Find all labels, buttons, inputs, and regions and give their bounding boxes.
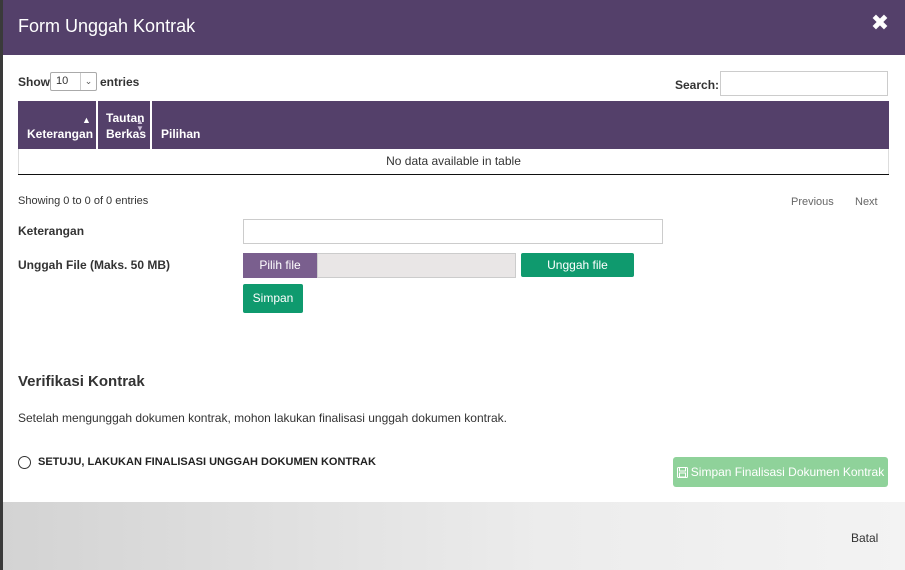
- upload-file-button[interactable]: Unggah file: [521, 253, 634, 277]
- column-header-label: Pilihan: [161, 127, 201, 141]
- pagination-next[interactable]: Next: [855, 196, 878, 208]
- selected-file-display[interactable]: [317, 253, 516, 278]
- table-header: ▲ Keterangan Tautan Berkas ▲ ▼ Pilihan: [18, 101, 889, 149]
- sort-asc-icon: ▲: [82, 115, 91, 125]
- save-finalization-button[interactable]: Simpan Finalisasi Dokumen Kontrak: [673, 457, 888, 487]
- entries-select[interactable]: 10 ⌄: [50, 72, 97, 91]
- cancel-button[interactable]: Batal: [851, 531, 878, 545]
- sort-both-icon: ▲ ▼: [136, 117, 144, 133]
- search-label: Search:: [675, 78, 720, 92]
- column-header-tautan-berkas[interactable]: Tautan Berkas ▲ ▼: [98, 101, 152, 149]
- chevron-down-icon: ⌄: [80, 73, 96, 90]
- save-button[interactable]: Simpan: [243, 284, 303, 313]
- table-empty-row: No data available in table: [18, 149, 889, 174]
- show-label: Show: [18, 75, 50, 89]
- agree-radio-label[interactable]: SETUJU, LAKUKAN FINALISASI UNGGAH DOKUME…: [38, 456, 376, 468]
- save-finalization-label: Simpan Finalisasi Dokumen Kontrak: [690, 465, 885, 479]
- column-header-keterangan[interactable]: ▲ Keterangan: [18, 101, 98, 149]
- entries-select-value: 10: [56, 75, 69, 87]
- save-icon: [676, 467, 688, 478]
- documents-table: ▲ Keterangan Tautan Berkas ▲ ▼ Pilihan No …: [18, 101, 889, 175]
- table-info: Showing 0 to 0 of 0 entries: [18, 195, 149, 207]
- modal-header: Form Unggah Kontrak ✖: [3, 0, 905, 55]
- entries-label: entries: [100, 75, 140, 89]
- pagination-previous[interactable]: Previous: [791, 196, 834, 208]
- keterangan-label: Keterangan: [18, 224, 85, 238]
- upload-file-label: Unggah File (Maks. 50 MB): [18, 258, 171, 272]
- upload-contract-modal: Form Unggah Kontrak ✖ Show 10 ⌄ entries …: [3, 0, 905, 570]
- close-icon[interactable]: ✖: [869, 10, 891, 36]
- verification-description: Setelah mengunggah dokumen kontrak, moho…: [18, 411, 507, 425]
- search-input[interactable]: [720, 71, 888, 96]
- keterangan-input[interactable]: [243, 219, 663, 244]
- column-header-pilihan: Pilihan: [152, 101, 889, 149]
- modal-title: Form Unggah Kontrak: [18, 16, 196, 36]
- verification-title: Verifikasi Kontrak: [18, 373, 145, 390]
- modal-footer: Batal: [3, 502, 905, 570]
- agree-radio[interactable]: [18, 456, 31, 469]
- pick-file-button[interactable]: Pilih file: [243, 253, 317, 278]
- column-header-label: Keterangan: [27, 127, 94, 141]
